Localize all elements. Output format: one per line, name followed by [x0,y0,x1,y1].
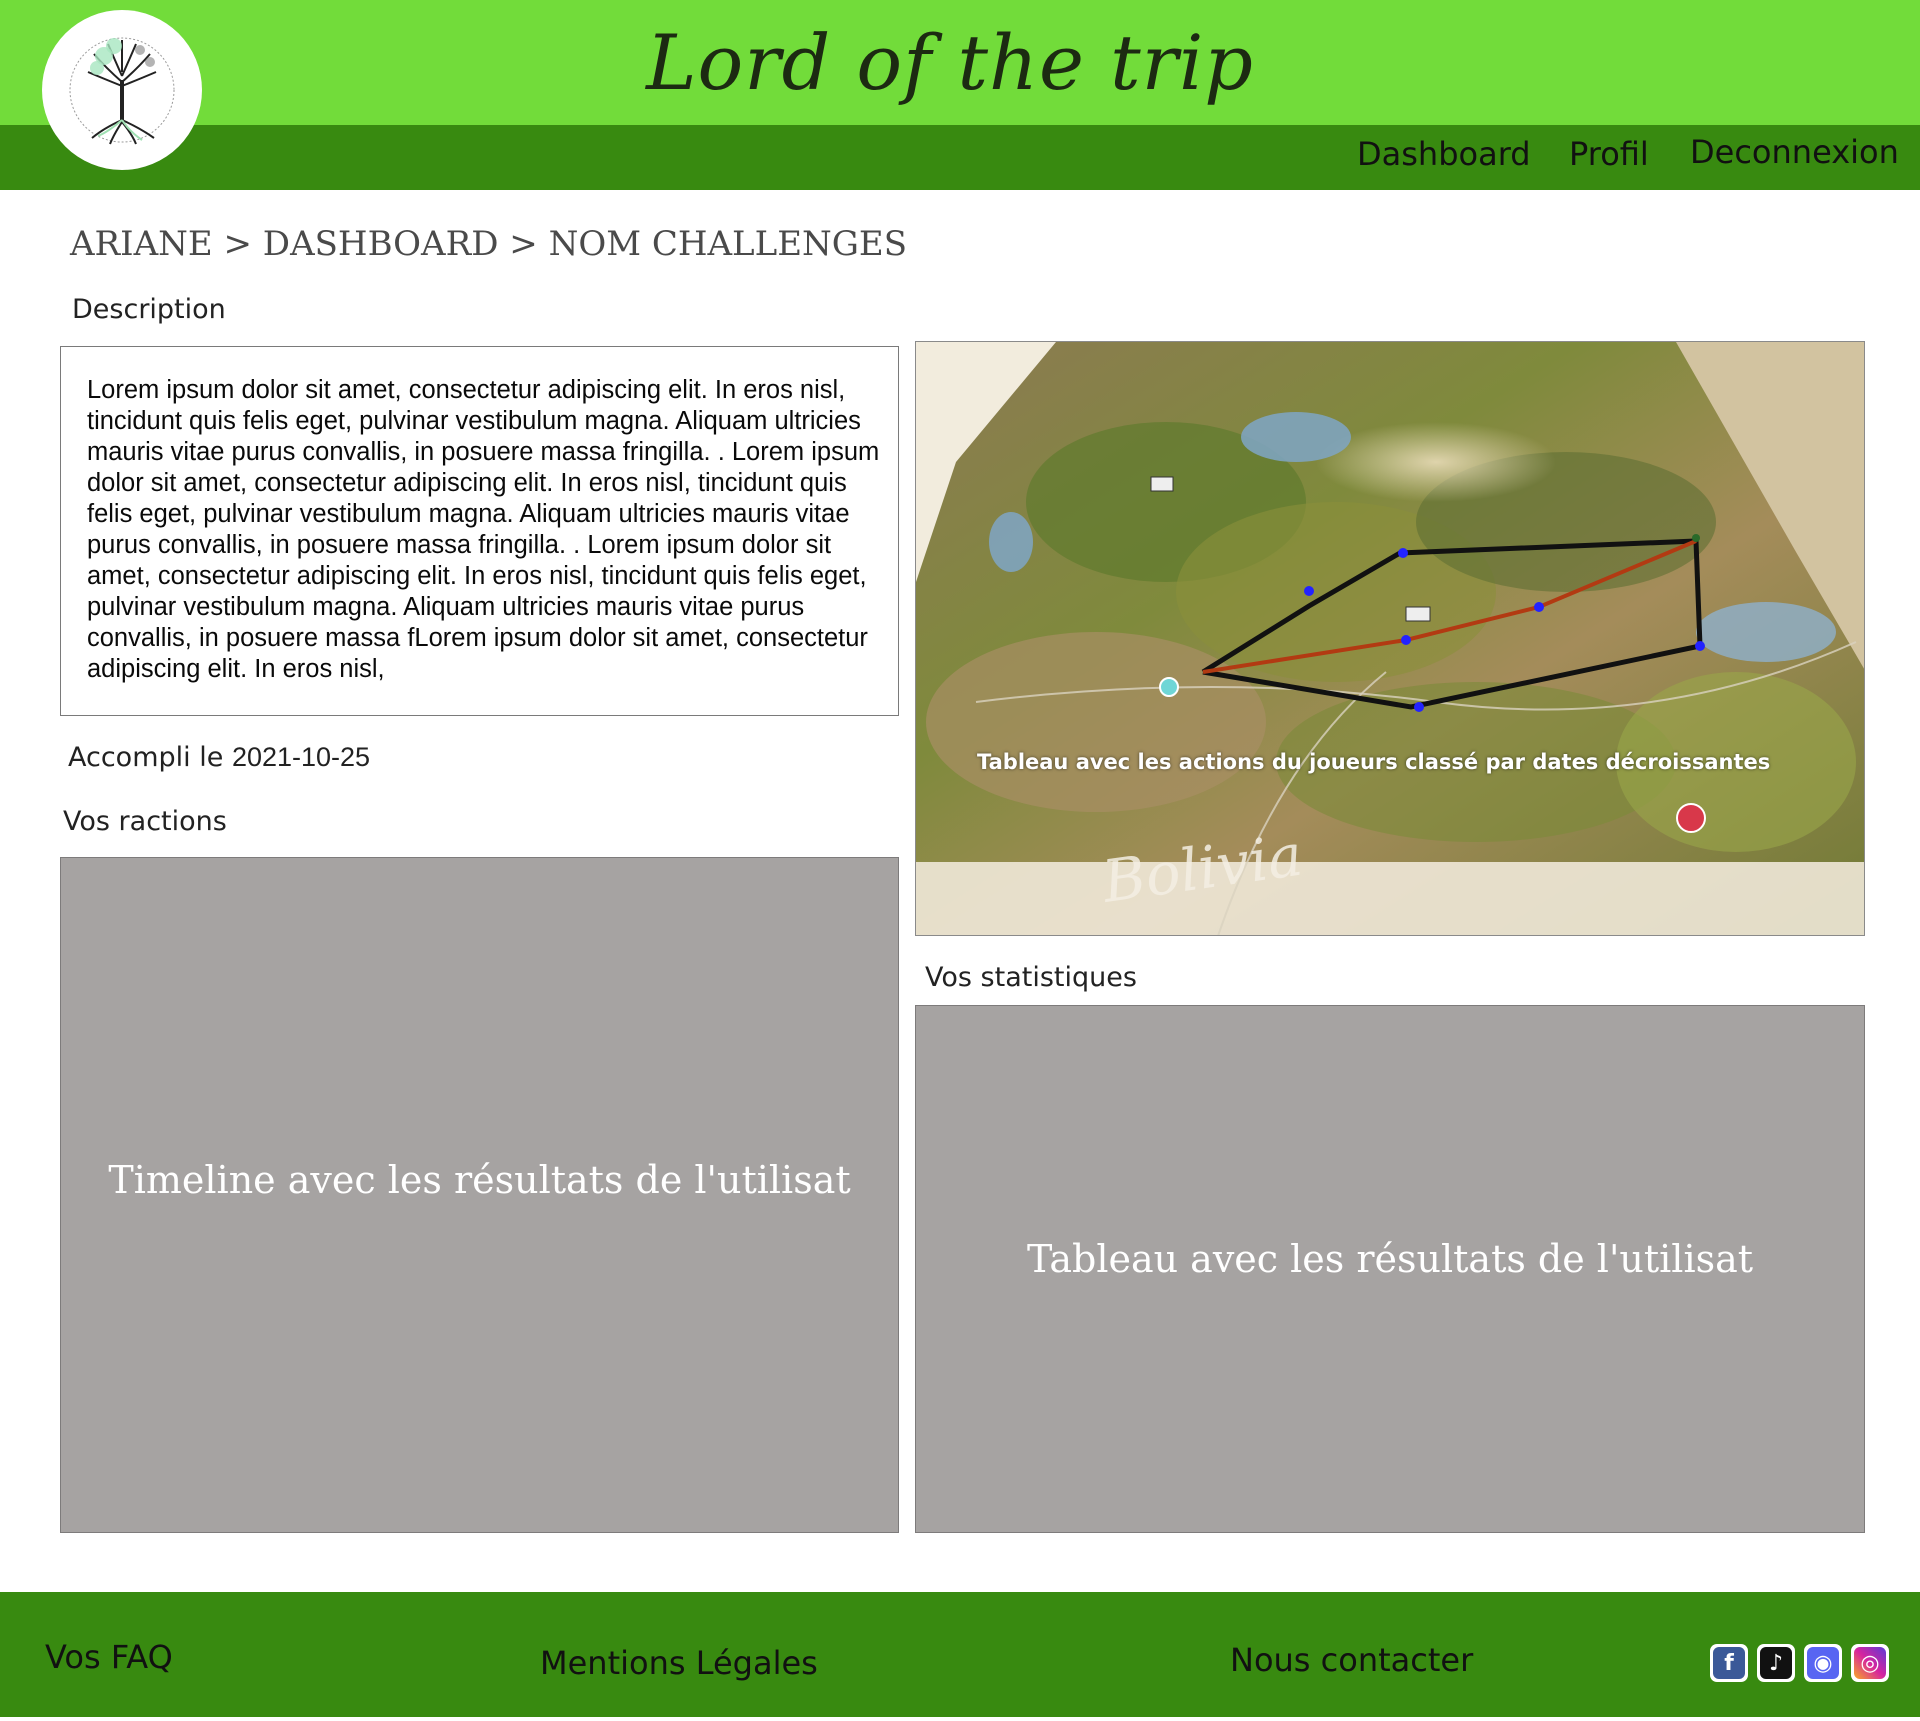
nav-profil[interactable]: Profil [1569,135,1649,185]
stats-label: Vos statistiques [925,962,1137,993]
completed-row: Accompli le 2021-10-25 [68,742,370,773]
reactions-placeholder: Timeline avec les résultats de l'utilisa… [108,1158,851,1202]
trip-map[interactable]: Bolivia [915,341,1865,936]
completed-date: 2021-10-25 [231,742,371,772]
completed-label: Accompli le [68,742,224,773]
description-text: Lorem ipsum dolor sit amet, consectetur … [87,376,880,683]
nav-deconnexion[interactable]: Deconnexion [1690,133,1899,183]
instagram-button[interactable]: ◎ [1851,1644,1889,1682]
map-caption: Tableau avec les actions du joueurs clas… [977,750,1771,774]
map-image: Bolivia [916,342,1864,935]
description-box: Lorem ipsum dolor sit amet, consectetur … [60,346,899,716]
breadcrumb: ARIANE > DASHBOARD > NOM CHALLENGES [70,224,908,264]
footer [0,1592,1920,1717]
site-title: Lord of the trip [646,18,1254,107]
reactions-timeline-panel: Timeline avec les résultats de l'utilisa… [60,857,899,1533]
footer-faq-link[interactable]: Vos FAQ [45,1638,173,1676]
facebook-button[interactable]: f [1710,1644,1748,1682]
discord-icon: ◉ [1807,1647,1839,1679]
tiktok-icon: ♪ [1760,1647,1792,1679]
tiktok-button[interactable]: ♪ [1757,1644,1795,1682]
stats-placeholder: Tableau avec les résultats de l'utilisat [1026,1237,1754,1281]
description-label: Description [72,294,226,325]
stats-table-panel: Tableau avec les résultats de l'utilisat [915,1005,1865,1533]
footer-contact-link[interactable]: Nous contacter [1230,1641,1473,1679]
instagram-icon: ◎ [1854,1647,1886,1679]
reactions-label: Vos ractions [63,806,227,837]
facebook-icon: f [1713,1647,1745,1679]
nav-dashboard[interactable]: Dashboard [1357,135,1531,185]
footer-legal-link[interactable]: Mentions Légales [540,1644,818,1682]
discord-button[interactable]: ◉ [1804,1644,1842,1682]
